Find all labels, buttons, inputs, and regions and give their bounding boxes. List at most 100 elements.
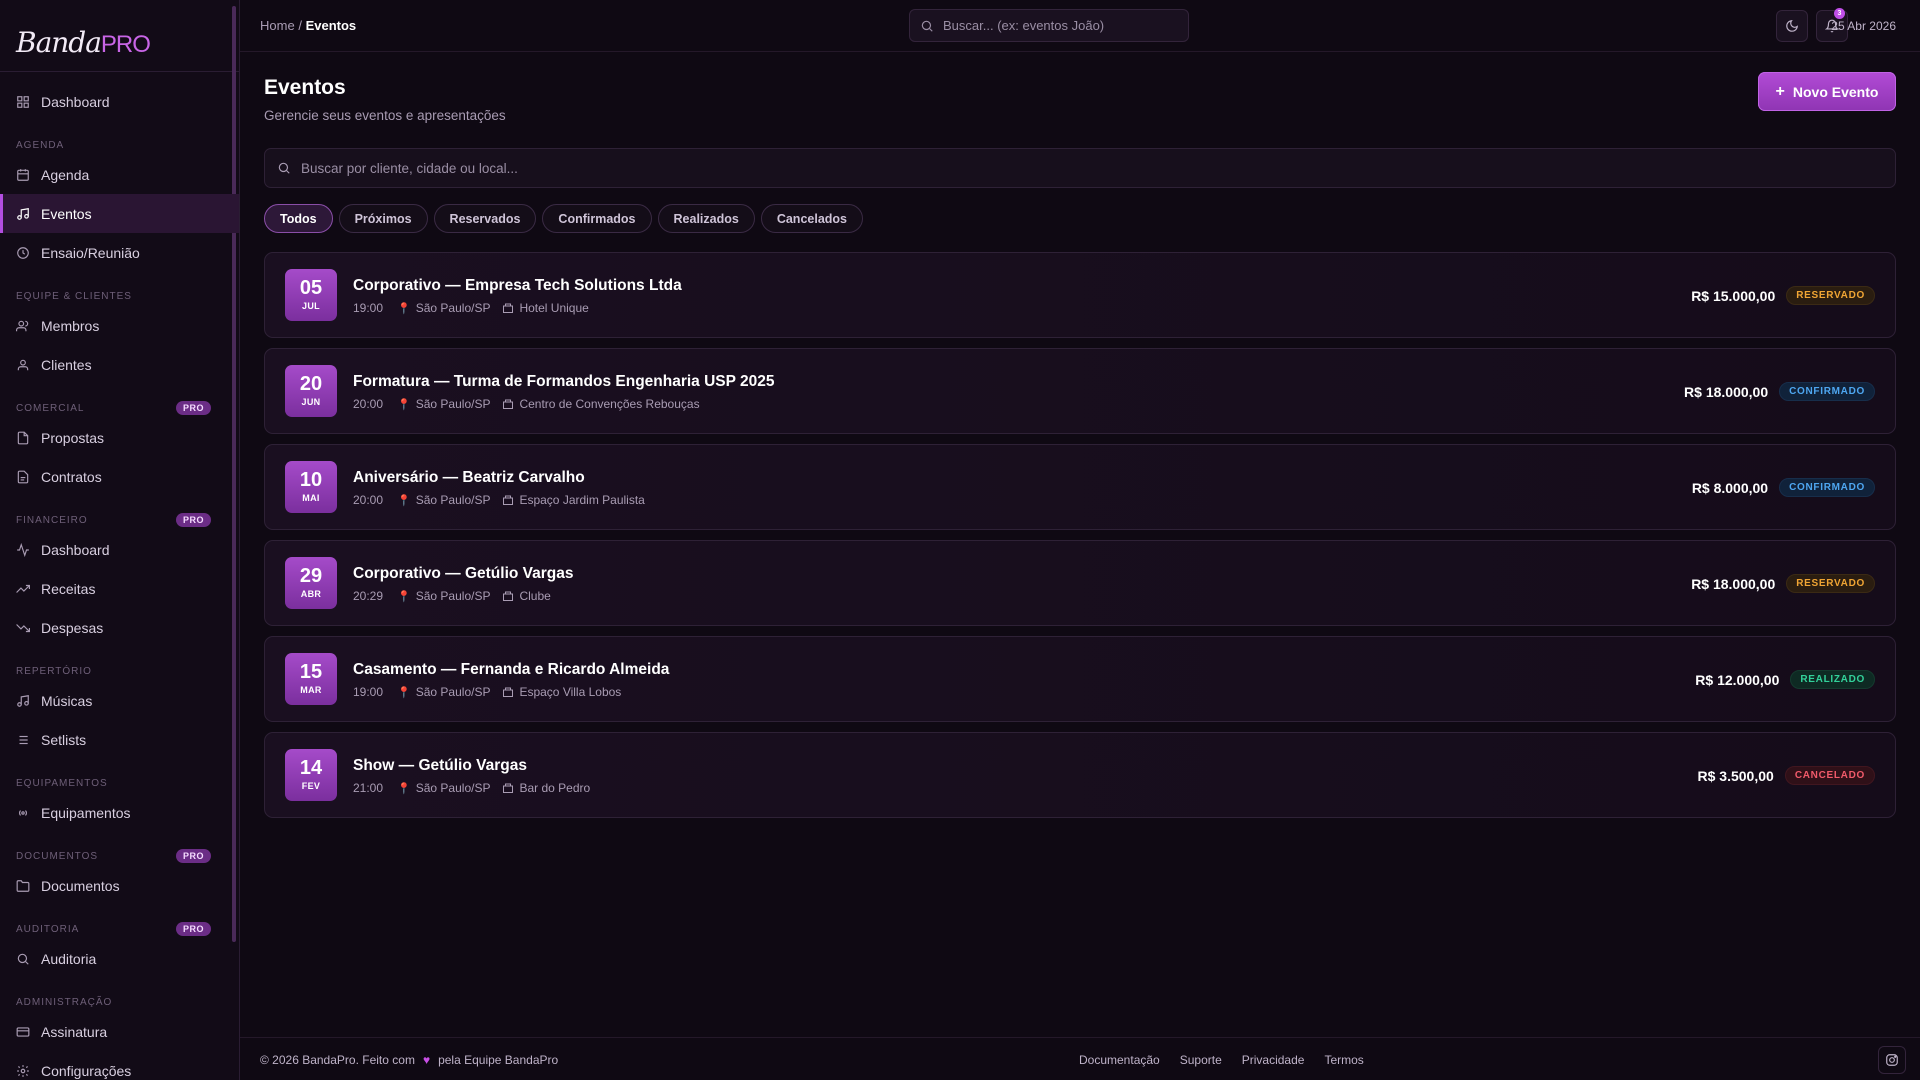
event-card[interactable]: 05 JUL Corporativo — Empresa Tech Solution…	[264, 252, 1896, 338]
sidebar-item-dashboard[interactable]: Dashboard	[0, 530, 239, 569]
building-icon	[502, 494, 514, 506]
sidebar-item-ensaio-reuniao[interactable]: Ensaio/Reunião	[0, 233, 239, 272]
footer-link-privacidade[interactable]: Privacidade	[1242, 1053, 1305, 1067]
event-day: 29	[299, 565, 323, 587]
sidebar-item-propostas[interactable]: Propostas	[0, 418, 239, 457]
plus-icon: +	[1775, 82, 1785, 100]
pro-badge: PRO	[175, 401, 211, 415]
sidebar-group-label: DOCUMENTOS	[16, 850, 99, 862]
event-month: JUN	[301, 397, 321, 407]
sidebar-item-dashboard[interactable]: Dashboard	[0, 82, 239, 121]
status-badge: RESERVADO	[1786, 286, 1875, 305]
sidebar-item-musicas[interactable]: Músicas	[0, 681, 239, 720]
filter-reservados[interactable]: Reservados	[433, 204, 537, 233]
sidebar-item-receitas[interactable]: Receitas	[0, 569, 239, 608]
search-icon	[277, 161, 291, 175]
event-time: 20:00	[353, 493, 384, 507]
file-icon	[16, 431, 30, 445]
sidebar-item-label: Configurações	[41, 1062, 132, 1079]
event-month: FEV	[301, 781, 321, 791]
file-text-icon	[16, 470, 30, 484]
logo-text: BandaPRO	[16, 26, 151, 59]
event-price: R$ 15.000,00	[1691, 287, 1776, 304]
building-icon	[502, 782, 514, 794]
event-search-input[interactable]: Buscar por cliente, cidade ou local...	[264, 148, 1896, 188]
event-card[interactable]: 29 ABR Corporativo — Getúlio Vargas 20:29 📍 S…	[264, 540, 1896, 626]
status-badge: CANCELADO	[1784, 766, 1875, 785]
new-event-button[interactable]: + Novo Evento	[1758, 72, 1896, 111]
event-date-badge: 20 JUN	[285, 365, 337, 417]
sidebar-group-label: AUDITORIA	[16, 923, 80, 935]
sidebar-item-label: Contratos	[41, 468, 102, 485]
sidebar-item-assinatura[interactable]: Assinatura	[0, 1012, 239, 1051]
sidebar-item-label: Receitas	[41, 580, 96, 597]
event-summary: R$ 15.000,00 RESERVADO	[1691, 286, 1875, 305]
footer-link-documentacao[interactable]: Documentação	[1079, 1053, 1160, 1067]
event-date-badge: 10 MAI	[285, 461, 337, 513]
event-card[interactable]: 20 JUN Formatura — Turma de Formandos Enge…	[264, 348, 1896, 434]
sidebar-item-eventos[interactable]: Eventos	[0, 194, 239, 233]
filter-realizados[interactable]: Realizados	[657, 204, 755, 233]
notification-badge: 3	[1834, 8, 1845, 19]
status-badge: CONFIRMADO	[1779, 382, 1875, 401]
sidebar-item-label: Propostas	[41, 429, 105, 446]
event-time: 20:29	[353, 589, 384, 603]
event-meta: 20:00 📍 São Paulo/SP Centro de Convenções R…	[353, 397, 700, 411]
sidebar-item-membros[interactable]: Membros	[0, 306, 239, 345]
event-card[interactable]: 10 MAI Aniversário — Beatriz Carvalho 20:00…	[264, 444, 1896, 530]
sidebar-item-equipamentos[interactable]: Equipamentos	[0, 793, 239, 832]
filter-todos[interactable]: Todos	[264, 204, 333, 233]
event-title: Corporativo — Empresa Tech Solutions Ltd…	[353, 277, 682, 294]
event-date-badge: 15 MAR	[285, 653, 337, 705]
event-city: São Paulo/SP	[415, 781, 491, 795]
filter-proximos[interactable]: Próximos	[338, 204, 428, 233]
building-icon	[502, 398, 514, 410]
event-summary: R$ 8.000,00 CONFIRMADO	[1692, 478, 1875, 497]
event-summary: R$ 12.000,00 REALIZADO	[1695, 670, 1875, 689]
page-title: Eventos	[264, 76, 346, 99]
footer: © 2026 BandaPro. Feito com ♥ pela Equipe…	[240, 1037, 1920, 1080]
instagram-button[interactable]	[1878, 1046, 1906, 1074]
pro-badge: PRO	[175, 922, 211, 936]
event-time: 20:00	[353, 397, 384, 411]
breadcrumb-home[interactable]: Home	[260, 18, 295, 33]
event-date-badge: 29 ABR	[285, 557, 337, 609]
footer-link-suporte[interactable]: Suporte	[1180, 1053, 1222, 1067]
event-card[interactable]: 15 MAR Casamento — Fernanda e Ricardo Alme…	[264, 636, 1896, 722]
sidebar-item-despesas[interactable]: Despesas	[0, 608, 239, 647]
sidebar-item-documentos[interactable]: Documentos	[0, 866, 239, 905]
location-pin-icon: 📍	[397, 782, 411, 795]
footer-link-termos[interactable]: Termos	[1324, 1053, 1363, 1067]
filter-confirmados[interactable]: Confirmados	[542, 204, 652, 233]
event-day: 15	[299, 661, 323, 683]
global-search-input[interactable]: Buscar... (ex: eventos João)	[909, 9, 1189, 42]
sidebar-item-auditoria[interactable]: Auditoria	[0, 939, 239, 978]
event-title: Aniversário — Beatriz Carvalho	[353, 469, 585, 486]
theme-toggle-button[interactable]	[1776, 10, 1808, 42]
sidebar-item-contratos[interactable]: Contratos	[0, 457, 239, 496]
credit-card-icon	[16, 1025, 30, 1039]
sidebar-item-clientes[interactable]: Clientes	[0, 345, 239, 384]
status-badge: RESERVADO	[1786, 574, 1875, 593]
breadcrumb-separator: /	[298, 18, 302, 33]
brand-logo[interactable]: BandaPRO	[0, 0, 239, 72]
current-date: 25 Abr 2026	[1831, 19, 1896, 33]
building-icon	[502, 686, 514, 698]
event-month: ABR	[300, 589, 322, 599]
sidebar-item-configuracoes[interactable]: Configurações	[0, 1051, 239, 1080]
sidebar-item-label: Auditoria	[41, 950, 97, 967]
pro-badge: PRO	[175, 513, 211, 527]
folder-icon	[16, 879, 30, 893]
sidebar-item-agenda[interactable]: Agenda	[0, 155, 239, 194]
event-title: Corporativo — Getúlio Vargas	[353, 565, 574, 582]
filter-cancelados[interactable]: Cancelados	[760, 204, 863, 233]
event-month: MAR	[300, 685, 322, 695]
event-card[interactable]: 14 FEV Show — Getúlio Vargas 21:00 📍 São Paul…	[264, 732, 1896, 818]
sidebar-item-label: Eventos	[41, 205, 92, 222]
building-icon	[502, 590, 514, 602]
sidebar-group-label: REPERTÓRIO	[16, 665, 92, 677]
event-meta: 20:00 📍 São Paulo/SP Espaço Jardim Paulista	[353, 493, 645, 507]
sidebar-item-label: Músicas	[41, 692, 93, 709]
sidebar: BandaPRO Dashboard AGENDA Agenda Eventos Ens…	[0, 0, 240, 1080]
sidebar-item-setlists[interactable]: Setlists	[0, 720, 239, 759]
